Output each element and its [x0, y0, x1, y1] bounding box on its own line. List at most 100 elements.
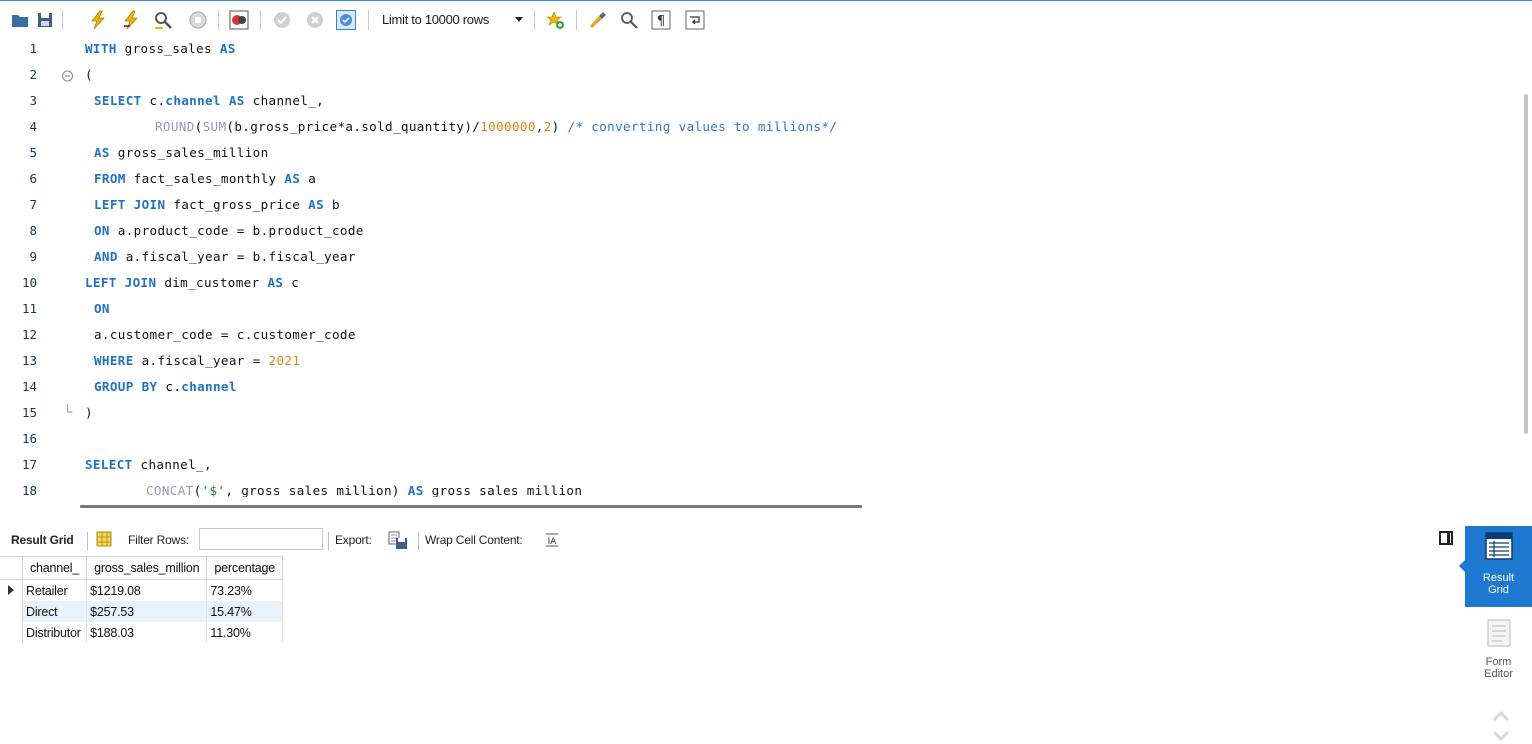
wrap-cell-icon[interactable]: IA: [544, 532, 560, 548]
result-grid-side-button[interactable]: Result Grid: [1459, 526, 1532, 607]
chevron-down-icon: [515, 17, 523, 22]
limit-rows-dropdown[interactable]: Limit to 10000 rows: [376, 10, 528, 31]
wrap-cell-label: Wrap Cell Content:: [425, 533, 523, 547]
code-text: SELECT channel_,: [85, 457, 212, 472]
code-text: LEFT JOIN fact_gross_price AS b: [94, 197, 340, 212]
line-number: 11: [21, 301, 37, 316]
filter-rows-input[interactable]: [199, 528, 323, 550]
execute-current-icon[interactable]: [121, 10, 141, 30]
table-cell[interactable]: 11.30%: [206, 622, 283, 643]
code-line: 5 AS gross_sales_million: [0, 141, 1500, 167]
code-line: 3 SELECT c.channel AS channel_,: [0, 89, 1500, 115]
code-text: CONCAT('$', gross_sales_million) AS gros…: [146, 483, 583, 497]
line-number: 12: [21, 327, 37, 342]
code-line: 16: [0, 427, 1500, 453]
line-number: 10: [21, 275, 37, 290]
form-editor-side-button[interactable]: Form Editor: [1465, 614, 1532, 686]
row-pointer-icon: [0, 579, 23, 601]
code-line: 15 ): [0, 401, 1500, 427]
execute-icon[interactable]: [88, 10, 108, 30]
find-icon[interactable]: [619, 10, 639, 30]
editor-vertical-scrollbar[interactable]: [1524, 94, 1528, 434]
line-number: 3: [29, 93, 37, 108]
beautify-icon[interactable]: [587, 10, 607, 30]
line-number: 1: [29, 41, 37, 56]
form-editor-label-2: Editor: [1484, 668, 1513, 680]
table-row[interactable]: Distributor $188.03 11.30%: [0, 622, 283, 643]
invisible-chars-icon[interactable]: ¶: [651, 10, 671, 30]
stop-icon[interactable]: [188, 10, 208, 30]
code-line: 2 (: [0, 63, 1500, 89]
result-toolbar: Result Grid Filter Rows: Export: Wrap Ce…: [0, 528, 1460, 552]
row-marker: [0, 622, 23, 643]
folder-open-icon[interactable]: [10, 10, 30, 30]
collapse-icon[interactable]: [61, 66, 74, 86]
code-text: ROUND(SUM(b.gross_price*a.sold_quantity)…: [155, 119, 838, 134]
column-header[interactable]: gross_sales_million: [86, 556, 208, 580]
editor-horizontal-scrollbar[interactable]: [80, 505, 862, 508]
add-snippet-icon[interactable]: [545, 10, 565, 30]
result-grid-tab[interactable]: Result Grid: [11, 533, 74, 547]
code-text: ON a.product_code = b.product_code: [94, 223, 364, 238]
line-number: 16: [21, 431, 37, 446]
export-icon[interactable]: [388, 530, 408, 550]
code-line: 18 CONCAT('$', gross_sales_million) AS g…: [0, 479, 1500, 497]
line-number: 17: [21, 457, 37, 472]
filter-rows-label: Filter Rows:: [128, 533, 189, 547]
code-line: 1 WITH gross_sales AS: [0, 37, 1500, 63]
toggle-error-icon[interactable]: [229, 10, 249, 30]
code-text: ): [85, 405, 93, 420]
table-cell[interactable]: 73.23%: [206, 579, 283, 601]
code-line: 6 FROM fact_sales_monthly AS a: [0, 167, 1500, 193]
column-header[interactable]: percentage: [206, 556, 283, 580]
save-icon[interactable]: [35, 10, 55, 30]
form-editor-icon: [1484, 618, 1514, 648]
commit-icon[interactable]: [272, 10, 292, 30]
table-cell[interactable]: Direct: [22, 601, 88, 622]
code-text: (: [85, 67, 93, 82]
table-cell[interactable]: Retailer: [22, 579, 88, 601]
line-number: 18: [21, 483, 37, 497]
wrap-icon[interactable]: [685, 10, 705, 30]
line-number: 9: [29, 249, 37, 264]
limit-rows-label: Limit to 10000 rows: [382, 12, 490, 27]
line-number: 15: [21, 405, 37, 420]
grid-layout-icon[interactable]: [96, 531, 112, 547]
table-row[interactable]: Retailer $1219.08 73.23%: [0, 579, 283, 601]
line-number: 6: [29, 171, 37, 186]
column-header[interactable]: channel_: [22, 556, 88, 580]
scroll-chevrons-icon[interactable]: [1490, 708, 1512, 742]
code-line: 9 AND a.fiscal_year = b.fiscal_year: [0, 245, 1500, 271]
code-text: WHERE a.fiscal_year = 2021: [94, 353, 301, 368]
autocommit-icon[interactable]: [336, 10, 356, 30]
sql-editor[interactable]: 1 WITH gross_sales AS 2 ( 3 SELECT c.cha…: [0, 37, 1532, 497]
line-number: 7: [29, 197, 37, 212]
grid-header-row: channel_ gross_sales_million percentage: [0, 556, 283, 580]
table-cell[interactable]: Distributor: [22, 622, 88, 643]
row-marker-header: [0, 556, 23, 580]
table-cell[interactable]: $257.53: [86, 601, 208, 622]
code-line: 7 LEFT JOIN fact_gross_price AS b: [0, 193, 1500, 219]
table-cell[interactable]: $188.03: [86, 622, 208, 643]
line-number: 5: [29, 145, 37, 160]
code-text: AS gross_sales_million: [94, 145, 269, 160]
line-number: 14: [21, 379, 37, 394]
code-text: LEFT JOIN dim_customer AS c: [85, 275, 300, 290]
toggle-panel-icon[interactable]: [1439, 531, 1453, 545]
export-label: Export:: [335, 533, 372, 547]
code-line: 17 SELECT channel_,: [0, 453, 1500, 479]
code-text: WITH gross_sales AS: [85, 41, 236, 56]
table-cell[interactable]: 15.47%: [206, 601, 283, 622]
rollback-icon[interactable]: [305, 10, 325, 30]
explain-icon[interactable]: [153, 10, 173, 30]
table-row[interactable]: Direct $257.53 15.47%: [0, 601, 283, 622]
line-number: 2: [29, 67, 37, 82]
code-text: AND a.fiscal_year = b.fiscal_year: [94, 249, 356, 264]
table-cell[interactable]: $1219.08: [86, 579, 208, 601]
result-grid[interactable]: channel_ gross_sales_million percentage …: [0, 556, 283, 643]
code-line: 13 WHERE a.fiscal_year = 2021: [0, 349, 1500, 375]
line-number: 4: [29, 119, 37, 134]
code-line: 12 a.customer_code = c.customer_code: [0, 323, 1500, 349]
sql-editor-toolbar: Limit to 10000 rows ¶: [0, 0, 1532, 37]
line-number: 13: [21, 353, 37, 368]
